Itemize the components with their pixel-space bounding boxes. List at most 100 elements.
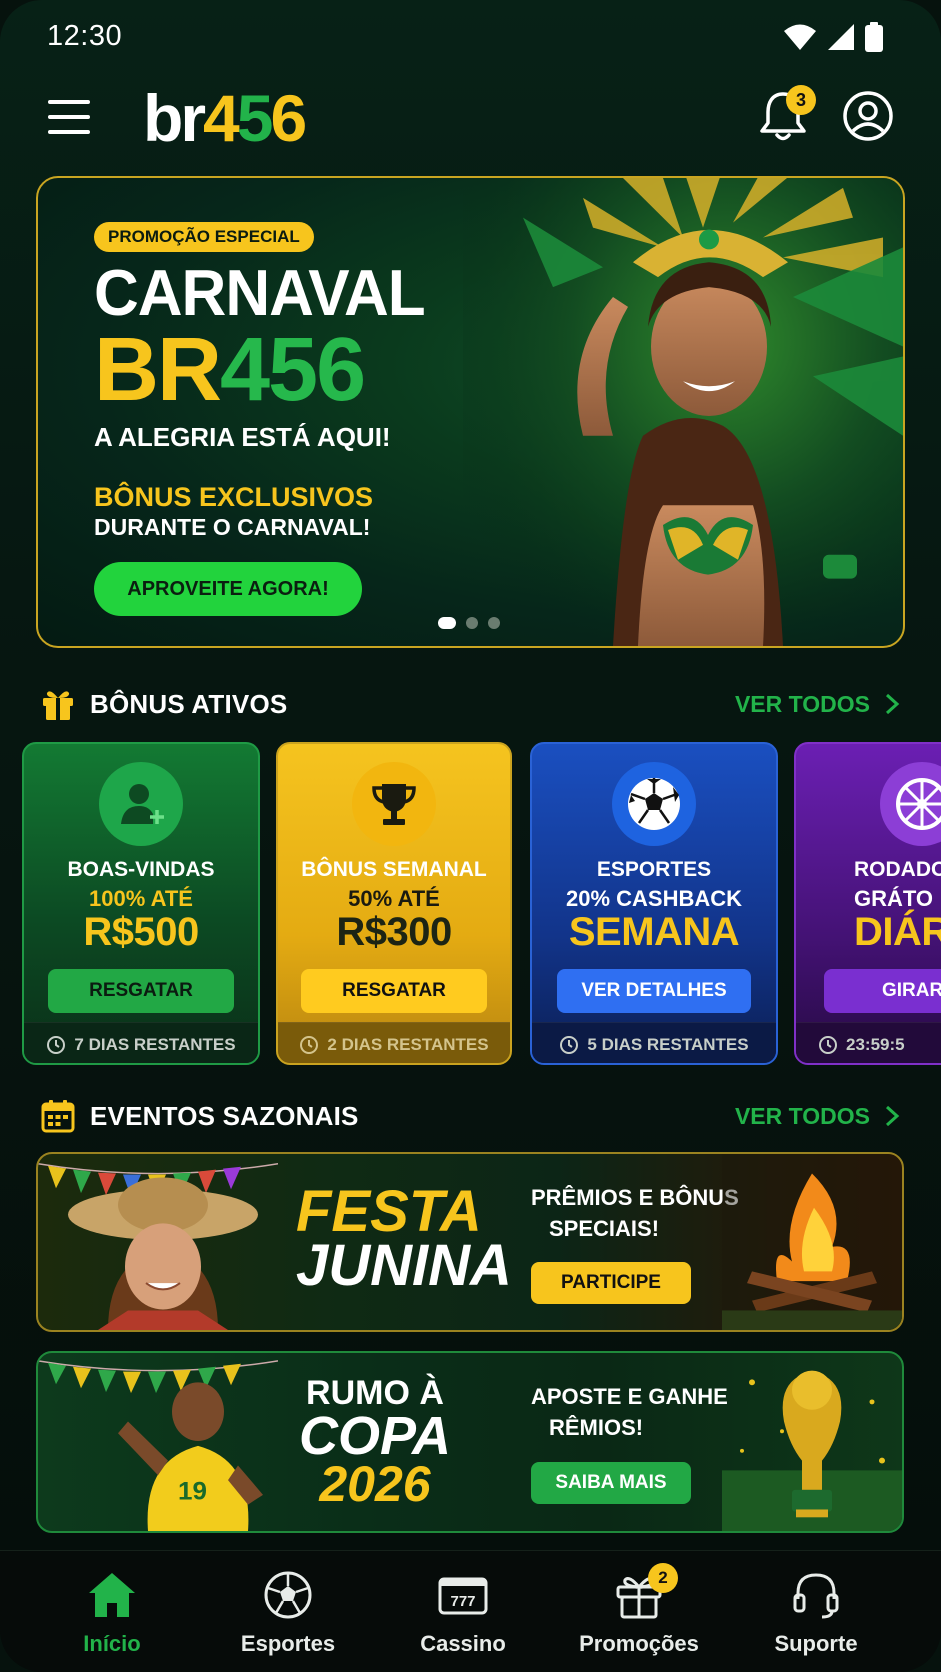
calendar-icon: [41, 1100, 75, 1133]
gift-icon: [43, 691, 73, 720]
svg-text:19: 19: [178, 1478, 207, 1506]
bonus-cards-carousel[interactable]: BOAS-VINDAS 100% ATÉ R$500 RESGATAR 7 DI…: [22, 742, 941, 1067]
hero-bonus-headline: BÔNUS EXCLUSIVOS: [94, 482, 374, 512]
app-header: br 4 5 6 3: [0, 80, 941, 156]
status-bar: 12:30: [0, 0, 941, 72]
nav-sports[interactable]: Esportes: [208, 1569, 368, 1659]
nav-label: Cassino: [420, 1631, 506, 1656]
bonus-card-footer: 23:59:5: [796, 1022, 941, 1063]
bonfire-image: [722, 1154, 902, 1330]
soccer-ball-icon: [264, 1571, 312, 1619]
hero-bonus-subline: DURANTE O CARNAVAL!: [94, 514, 371, 540]
bonus-card-amount: SEMANA: [568, 910, 740, 954]
signal-icon: [828, 24, 854, 50]
see-all-events-link[interactable]: VER TODOS: [735, 1096, 900, 1136]
nav-label: Suporte: [774, 1631, 858, 1656]
carousel-dots: [438, 617, 500, 629]
event-title-line1: FESTA: [296, 1179, 482, 1244]
event-desc-line2: SPECIAIS!: [549, 1216, 660, 1241]
bonus-card-percent: GRÁTO: [854, 886, 934, 911]
hero-subtitle: A ALEGRIA ESTÁ AQUI!: [94, 422, 391, 452]
nav-support[interactable]: Suporte: [736, 1569, 896, 1659]
user-plus-icon: [99, 762, 183, 846]
time-remaining: 7 DIAS RESTANTES: [74, 1035, 236, 1054]
carousel-dot[interactable]: [488, 617, 500, 629]
clock-icon: [819, 1036, 837, 1054]
event-title-line3: 2026: [319, 1456, 431, 1512]
svg-text:777: 777: [450, 1593, 475, 1610]
bonus-card-title: BÔNUS SEMANAL: [301, 858, 487, 881]
battery-icon: [865, 22, 883, 52]
promo-tag: PROMOÇÃO ESPECIAL: [94, 222, 314, 252]
hero-title: CARNAVAL: [94, 257, 426, 330]
home-icon: [89, 1573, 135, 1617]
claim-button[interactable]: RESGATAR: [48, 969, 234, 1013]
app-screen: 12:30 br 4 5 6 3 PROMOÇÃO ESPECIAL CARNA…: [0, 0, 941, 1672]
chevron-right-icon: [885, 693, 900, 715]
menu-line: [48, 100, 90, 104]
bonus-card-title: ESPORTES: [596, 858, 712, 881]
carousel-dot[interactable]: [466, 617, 478, 629]
bonus-card-percent: 20% CASHBACK: [565, 886, 743, 911]
bonus-card-footer: 2 DIAS RESTANTES: [278, 1022, 510, 1063]
hero-banner[interactable]: PROMOÇÃO ESPECIAL CARNAVAL BR456 A ALEGR…: [36, 176, 905, 648]
bonus-card-amount: R$300: [336, 910, 452, 954]
world-cup-trophy-image: [722, 1370, 902, 1531]
menu-line: [48, 115, 90, 119]
carnival-dancer-image: [463, 178, 903, 646]
event-title-line2: JUNINA: [296, 1233, 512, 1298]
details-button[interactable]: VER DETALHES: [557, 969, 751, 1013]
bonus-card-percent: 50% ATÉ: [348, 886, 440, 911]
participate-button[interactable]: PARTICIPE: [531, 1262, 691, 1304]
see-all-bonus-link[interactable]: VER TODOS: [735, 684, 900, 724]
event-banner-festa-junina[interactable]: FESTA JUNINA PRÊMIOS E BÔNUS SPECIAIS! P…: [36, 1152, 904, 1332]
hero-brand-yellow: BR: [94, 320, 222, 420]
bonus-card-amount: R$500: [83, 910, 199, 954]
bonus-card-sports-cashback[interactable]: ESPORTES 20% CASHBACK SEMANA VER DETALHE…: [530, 742, 778, 1065]
bonus-card-footer: 7 DIAS RESTANTES: [24, 1022, 258, 1063]
menu-line: [48, 130, 90, 134]
status-icons: [783, 22, 883, 52]
slot-machine-icon: 777: [438, 1577, 488, 1615]
nav-label: Início: [83, 1631, 141, 1656]
hero-cta-button[interactable]: APROVEITE AGORA!: [94, 562, 362, 616]
menu-button[interactable]: [48, 100, 90, 134]
nav-promotions[interactable]: Promoções: [559, 1569, 719, 1659]
bottom-navigation: Início Esportes 777 Cassino Promoções 2 …: [0, 1550, 941, 1672]
see-all-label: VER TODOS: [734, 690, 870, 717]
event-banner-copa-2026[interactable]: 19 RUMO À COPA 2026 APOSTE E GANHE RÊMIO…: [36, 1351, 904, 1533]
festa-junina-girl-image: [38, 1163, 278, 1330]
carousel-dot-active[interactable]: [438, 617, 456, 629]
events-section-header: EVENTOS SAZONAIS VER TODOS: [40, 1096, 900, 1136]
bonus-card-title: BOAS-VINDAS: [67, 858, 215, 881]
event-title-line2: COPA: [298, 1406, 451, 1466]
claim-button[interactable]: RESGATAR: [301, 969, 487, 1013]
promotions-badge: 2: [648, 1563, 678, 1593]
clock-icon: [300, 1036, 319, 1054]
event-desc-line1: PRÊMIOS E BÔNUS: [531, 1185, 739, 1210]
headset-icon: [793, 1573, 839, 1619]
hero-brand-title: BR456: [94, 324, 366, 416]
bonus-card-free-spins[interactable]: RODADO GRÁTO DIÁR GIRAR 23:59:5: [794, 742, 941, 1065]
brand-logo[interactable]: br 4 5 6: [143, 80, 307, 156]
bonus-section-header: BÔNUS ATIVOS VER TODOS: [40, 684, 900, 724]
event-desc-line1: APOSTE E GANHE: [531, 1384, 728, 1409]
learn-more-button[interactable]: SAIBA MAIS: [531, 1462, 691, 1504]
soccer-ball-icon: [612, 762, 696, 846]
wifi-icon: [784, 24, 816, 50]
logo-text: 4: [203, 81, 240, 155]
nav-casino[interactable]: 777 Cassino: [383, 1569, 543, 1659]
see-all-label: VER TODOS: [734, 1102, 870, 1129]
nav-label: Esportes: [240, 1631, 336, 1656]
spin-button[interactable]: GIRAR: [824, 969, 941, 1013]
wheel-icon: [880, 762, 941, 846]
bonus-card-weekly[interactable]: BÔNUS SEMANAL 50% ATÉ R$300 RESGATAR 2 D…: [276, 742, 512, 1065]
clock-icon: [47, 1036, 66, 1054]
time-remaining: 23:59:5: [846, 1035, 905, 1054]
bonus-card-welcome[interactable]: BOAS-VINDAS 100% ATÉ R$500 RESGATAR 7 DI…: [22, 742, 260, 1065]
bonus-card-title: RODADO: [854, 858, 941, 881]
event-description: APOSTE E GANHE RÊMIOS!: [531, 1381, 728, 1443]
nav-home[interactable]: Início: [32, 1569, 192, 1659]
soccer-player-image: 19: [38, 1360, 278, 1531]
profile-icon[interactable]: [842, 90, 894, 142]
